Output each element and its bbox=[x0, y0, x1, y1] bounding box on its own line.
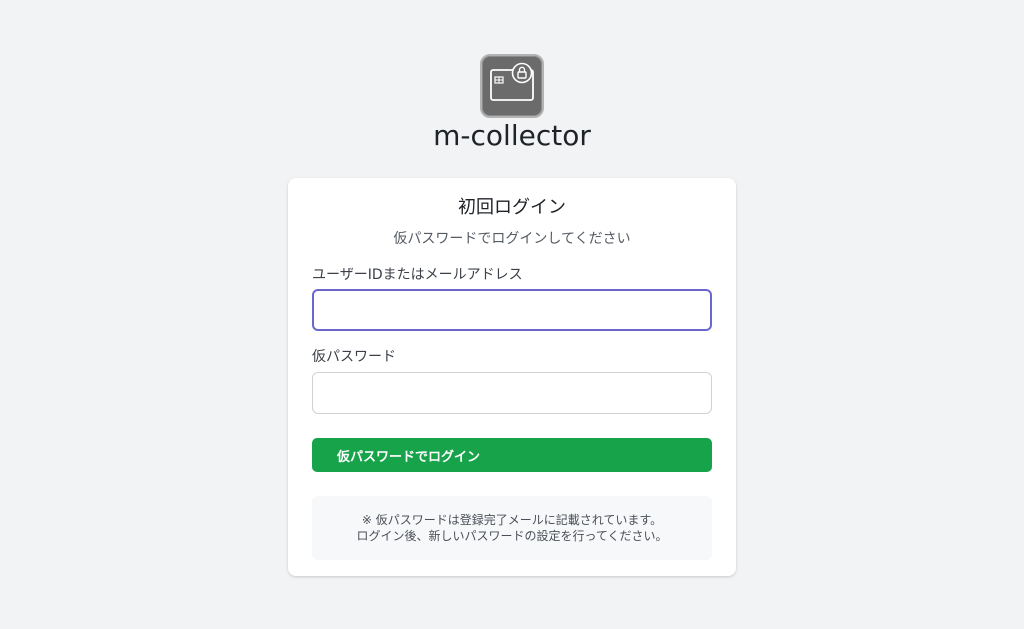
login-card: 初回ログイン 仮パスワードでログインしてください ユーザーIDまたはメールアドレ… bbox=[288, 178, 736, 576]
card-lock-icon bbox=[490, 62, 534, 101]
note-line-2: ログイン後、新しいパスワードの設定を行ってください。 bbox=[356, 529, 668, 543]
user-id-label: ユーザーIDまたはメールアドレス bbox=[312, 267, 523, 283]
login-page: m-collector 初回ログイン 仮パスワードでログインしてください ユーザ… bbox=[0, 0, 1024, 629]
user-id-input[interactable] bbox=[312, 289, 712, 331]
app-name: m-collector bbox=[433, 119, 591, 152]
temp-password-label: 仮パスワード bbox=[312, 349, 396, 365]
temp-password-input[interactable] bbox=[312, 372, 712, 414]
info-note: ※ 仮パスワードは登録完了メールに記載されています。 ログイン後、新しいパスワー… bbox=[312, 496, 712, 560]
page-subtitle: 仮パスワードでログインしてください bbox=[393, 231, 631, 247]
page-title: 初回ログイン bbox=[458, 197, 566, 218]
app-logo bbox=[480, 54, 544, 118]
note-line-1: ※ 仮パスワードは登録完了メールに記載されています。 bbox=[361, 513, 663, 527]
temp-password-login-button[interactable]: 仮パスワードでログイン bbox=[312, 438, 712, 472]
